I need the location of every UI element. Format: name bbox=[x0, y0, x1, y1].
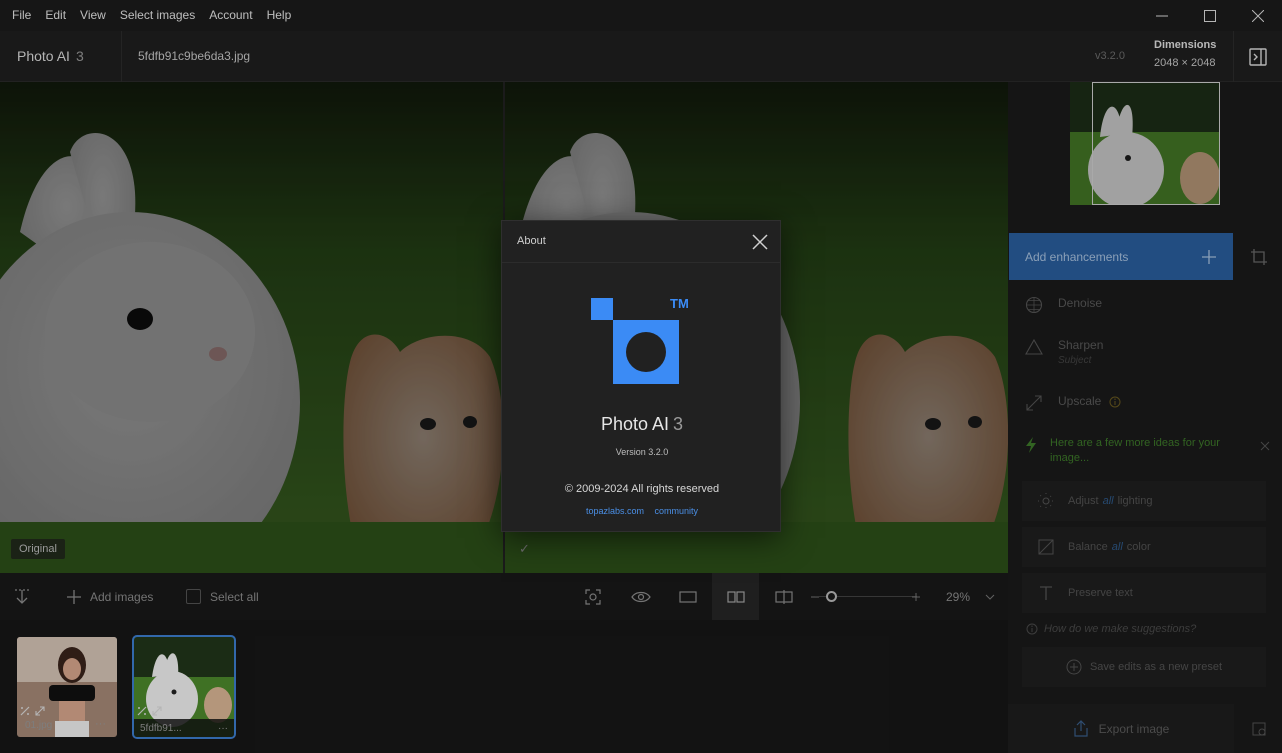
about-app-name: Photo AI 3 bbox=[502, 414, 782, 435]
topaz-logo-icon bbox=[591, 298, 679, 384]
about-app-version-number: 3 bbox=[673, 414, 684, 434]
about-links: topazlabs.com community bbox=[502, 506, 782, 516]
trademark-mark: TM bbox=[670, 296, 689, 311]
community-link[interactable]: community bbox=[655, 506, 699, 516]
about-app-title: Photo AI bbox=[600, 414, 670, 434]
about-version: Version 3.2.0 bbox=[615, 447, 669, 457]
close-icon[interactable] bbox=[750, 232, 770, 252]
about-dialog: About TM Photo AI 3 Version 3.2.0 © 2009-… bbox=[501, 220, 781, 532]
about-copyright: © 2009-2024 All rights reserved bbox=[564, 483, 720, 495]
about-dialog-title: About bbox=[517, 235, 546, 247]
website-link[interactable]: topazlabs.com bbox=[586, 506, 644, 516]
about-dialog-header: About bbox=[502, 221, 780, 263]
